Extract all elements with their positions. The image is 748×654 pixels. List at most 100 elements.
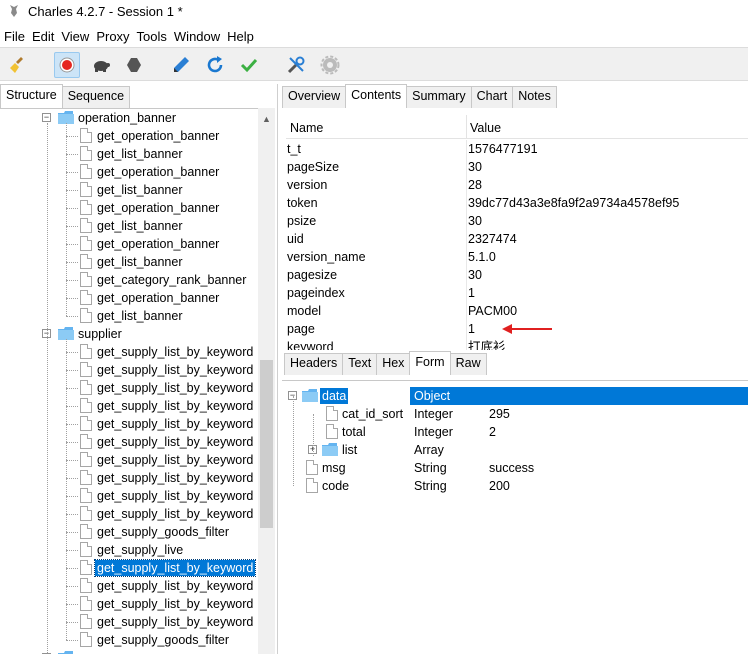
tree-row[interactable]: get_operation_banner: [0, 163, 258, 181]
menu-help[interactable]: Help: [224, 29, 257, 44]
tree-row[interactable]: get_supply_list_by_keyword: [0, 559, 258, 577]
tree-item-label[interactable]: get_supply_goods_filter: [95, 524, 231, 540]
tab-overview[interactable]: Overview: [282, 86, 347, 108]
tree-item-label[interactable]: get_list_banner: [95, 308, 184, 324]
clear-session-button[interactable]: [6, 52, 32, 78]
tab-text[interactable]: Text: [342, 353, 378, 375]
tree-row[interactable]: get_operation_banner: [0, 289, 258, 307]
tree-row[interactable]: get_supply_list_by_keyword: [0, 343, 258, 361]
tree-item-label[interactable]: get_supply_list_by_keyword: [95, 380, 255, 396]
tree-row[interactable]: − operation_banner: [0, 109, 258, 127]
tree-item-label[interactable]: get_operation_banner: [95, 290, 221, 306]
tree-item-label[interactable]: get_supply_goods_filter: [95, 632, 231, 648]
json-node-row[interactable]: code String 200: [282, 477, 748, 495]
tab-sequence[interactable]: Sequence: [61, 86, 131, 108]
tree-row[interactable]: get_supply_goods_filter: [0, 523, 258, 541]
table-row[interactable]: uid 2327474: [286, 230, 748, 248]
scroll-thumb[interactable]: [260, 360, 273, 528]
json-node-row[interactable]: + list Array: [282, 441, 748, 459]
tree-item-label[interactable]: get_supply_list_by_keyword: [95, 596, 255, 612]
tab-summary[interactable]: Summary: [406, 86, 472, 108]
repeat-button[interactable]: [202, 52, 228, 78]
record-button[interactable]: [54, 52, 80, 78]
tree-item-label[interactable]: get_list_banner: [95, 146, 184, 162]
tree-row[interactable]: get_supply_list_by_keyword: [0, 451, 258, 469]
tree-item-label[interactable]: get_supply_list_by_keyword: [95, 488, 255, 504]
tree-item-label[interactable]: get_supply_list_by_keyword: [95, 506, 255, 522]
tree-row[interactable]: get_supply_goods_filter: [0, 631, 258, 649]
compose-button[interactable]: [168, 52, 194, 78]
table-row[interactable]: keyword 打底衫: [286, 338, 748, 350]
table-row[interactable]: token 39dc77d43a3e8fa9f2a9734a4578ef95: [286, 194, 748, 212]
tab-headers[interactable]: Headers: [284, 353, 344, 375]
tree-item-label[interactable]: get_list_banner: [95, 218, 184, 234]
tree-row[interactable]: get_supply_list_by_keyword: [0, 613, 258, 631]
tree-row[interactable]: get_operation_banner: [0, 235, 258, 253]
tree-item-label[interactable]: get_supply_list_by_keyword: [95, 614, 255, 630]
tools-button[interactable]: [283, 52, 309, 78]
tree-row[interactable]: get_list_banner: [0, 181, 258, 199]
tree-folder-label[interactable]: supplier: [76, 326, 124, 342]
table-row[interactable]: model PACM00: [286, 302, 748, 320]
tree-row[interactable]: get_supply_list_by_keyword: [0, 505, 258, 523]
tree-row[interactable]: get_supply_list_by_keyword: [0, 361, 258, 379]
tree-item-label[interactable]: get_operation_banner: [95, 128, 221, 144]
tree-item-label[interactable]: get_operation_banner: [95, 200, 221, 216]
tree-item-label[interactable]: get_operation_banner: [95, 236, 221, 252]
tree-row[interactable]: get_supply_list_by_keyword: [0, 487, 258, 505]
tree-row[interactable]: get_supply_list_by_keyword: [0, 469, 258, 487]
table-row[interactable]: pagesize 30: [286, 266, 748, 284]
tree-item-label[interactable]: get_supply_list_by_keyword: [95, 452, 255, 468]
scroll-up-icon[interactable]: ▲: [262, 114, 271, 124]
tree-item-label[interactable]: get_list_banner: [95, 182, 184, 198]
tree-row[interactable]: get_category_rank_banner: [0, 271, 258, 289]
tab-contents[interactable]: Contents: [345, 84, 408, 108]
menu-edit[interactable]: Edit: [29, 29, 57, 44]
json-node-row[interactable]: − data Object: [282, 387, 748, 405]
tree-row[interactable]: − supplier: [0, 325, 258, 343]
tree-row[interactable]: get_supply_list_by_keyword: [0, 433, 258, 451]
tab-form[interactable]: Form: [409, 351, 451, 375]
tab-hex[interactable]: Hex: [376, 353, 411, 375]
tree-row[interactable]: get_list_banner: [0, 145, 258, 163]
table-row[interactable]: version 28: [286, 176, 748, 194]
tab-notes[interactable]: Notes: [512, 86, 557, 108]
tree-row[interactable]: get_list_banner: [0, 217, 258, 235]
tree-item-label[interactable]: get_supply_list_by_keyword: [95, 398, 255, 414]
tree-item-label[interactable]: get_supply_list_by_keyword: [95, 578, 255, 594]
tab-structure[interactable]: Structure: [0, 84, 63, 108]
json-node-row[interactable]: cat_id_sort Integer 295: [282, 405, 748, 423]
tree-row[interactable]: get_list_banner: [0, 253, 258, 271]
collapse-toggle-icon[interactable]: −: [42, 113, 51, 122]
tree-item-label[interactable]: get_supply_list_by_keyword: [95, 344, 255, 360]
tree-item-label[interactable]: get_supply_list_by_keyword: [95, 362, 255, 378]
settings-button[interactable]: [317, 52, 343, 78]
breakpoints-button[interactable]: [121, 52, 147, 78]
validate-button[interactable]: [236, 52, 262, 78]
tree-item-label[interactable]: get_operation_banner: [95, 164, 221, 180]
menu-file[interactable]: File: [1, 29, 28, 44]
tree-row[interactable]: get_supply_list_by_keyword: [0, 415, 258, 433]
tree-item-label[interactable]: get_supply_list_by_keyword: [95, 416, 255, 432]
table-row[interactable]: t_t 1576477191: [286, 140, 748, 158]
tree-item-label[interactable]: get_supply_list_by_keyword: [95, 470, 255, 486]
table-row[interactable]: version_name 5.1.0: [286, 248, 748, 266]
tree-row[interactable]: get_supply_live: [0, 541, 258, 559]
tree-row[interactable]: get_operation_banner: [0, 199, 258, 217]
column-value-header[interactable]: Value: [470, 121, 501, 135]
menu-proxy[interactable]: Proxy: [93, 29, 132, 44]
tree-item-label[interactable]: get_supply_live: [95, 542, 185, 558]
table-row[interactable]: psize 30: [286, 212, 748, 230]
menu-window[interactable]: Window: [171, 29, 223, 44]
throttle-button[interactable]: [88, 52, 114, 78]
tree-row[interactable]: +: [0, 649, 258, 654]
json-node-row[interactable]: total Integer 2: [282, 423, 748, 441]
menu-view[interactable]: View: [58, 29, 92, 44]
json-node-row[interactable]: msg String success: [282, 459, 748, 477]
tree-row[interactable]: get_list_banner: [0, 307, 258, 325]
tree-item-label[interactable]: get_list_banner: [95, 254, 184, 270]
tree-row[interactable]: get_supply_list_by_keyword: [0, 595, 258, 613]
menu-tools[interactable]: Tools: [134, 29, 170, 44]
tree-scrollbar[interactable]: ▲: [258, 108, 275, 654]
tree-row[interactable]: get_supply_list_by_keyword: [0, 577, 258, 595]
